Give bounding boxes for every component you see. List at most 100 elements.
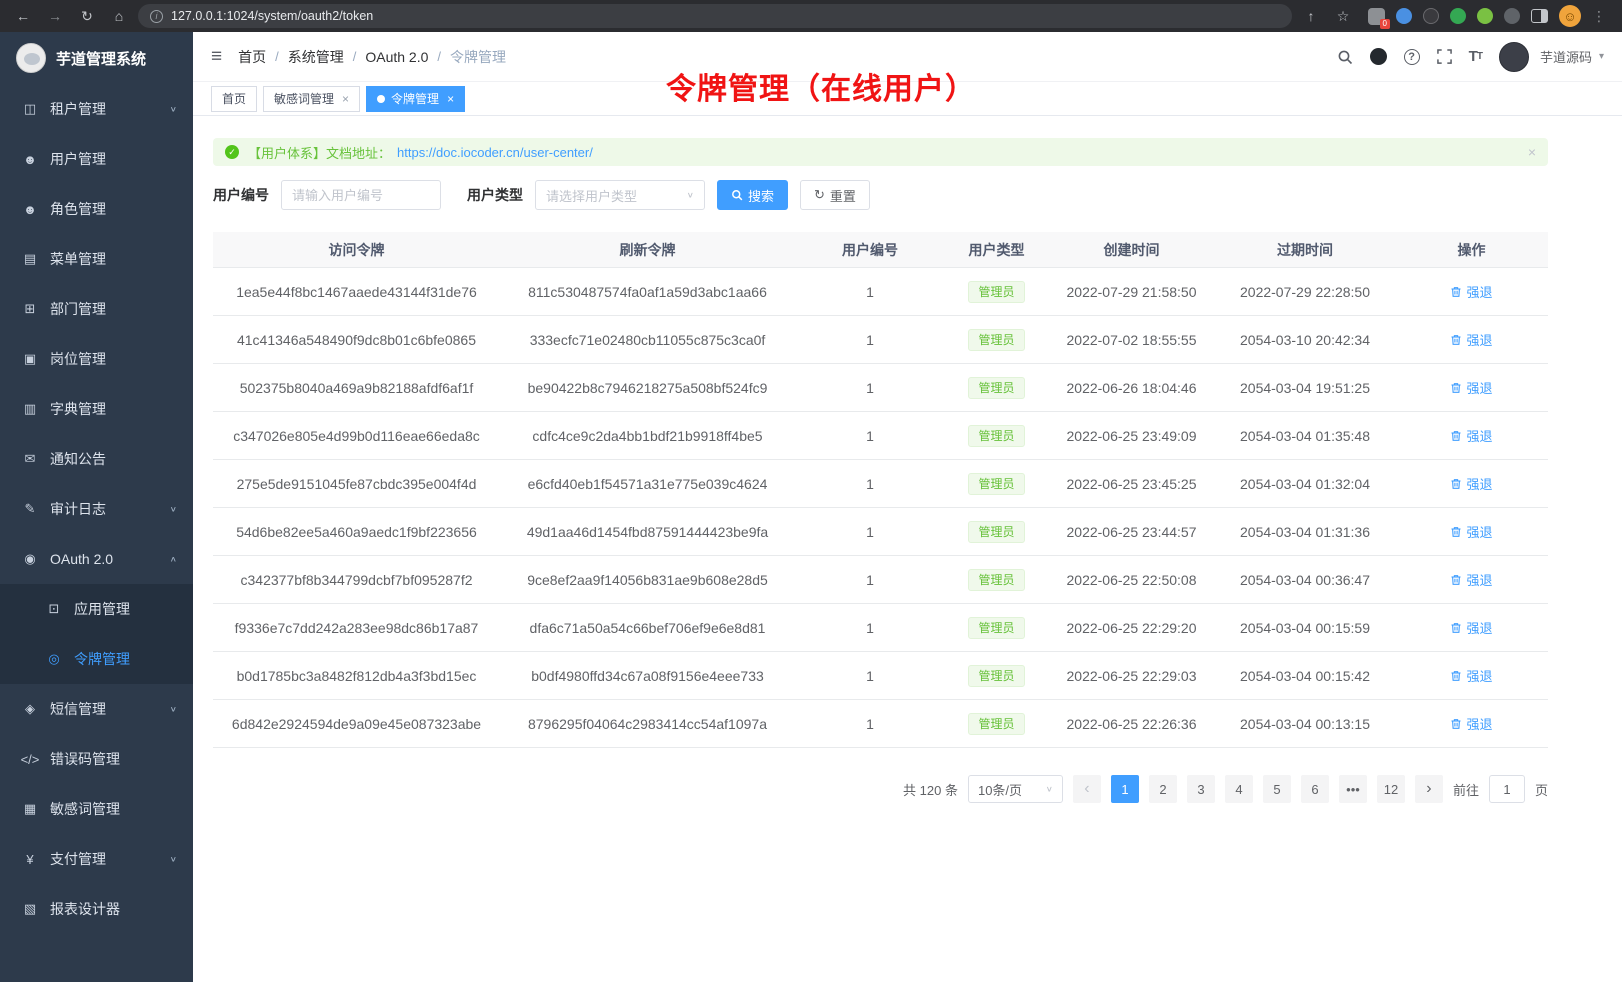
doc-link[interactable]: https://doc.iocoder.cn/user-center/ (397, 145, 593, 160)
sidebar-item-菜单管理[interactable]: ▤菜单管理 (0, 234, 193, 284)
pinned-extension-icon[interactable] (1504, 8, 1520, 24)
collapse-sidebar-icon[interactable]: ≡ (211, 46, 222, 68)
chevron-down-icon[interactable]: ▾ (1599, 51, 1604, 62)
post-icon: ▣ (20, 351, 40, 367)
page-tab-令牌管理[interactable]: 令牌管理 × (366, 86, 465, 112)
delete-icon (1450, 670, 1462, 682)
sidebar-item-应用管理[interactable]: ⊡应用管理 (0, 584, 193, 634)
split-view-icon[interactable] (1531, 9, 1548, 23)
page-tab-首页[interactable]: 首页 (211, 86, 257, 112)
force-logout-button[interactable]: 强退 (1450, 426, 1492, 445)
fullscreen-icon[interactable] (1437, 49, 1452, 64)
sidebar-item-角色管理[interactable]: ☻角色管理 (0, 184, 193, 234)
page-size-select[interactable]: 10条/页 ∨ (968, 775, 1063, 803)
extension-green-icon[interactable] (1450, 8, 1466, 24)
extension-grid-icon[interactable]: 0 (1368, 8, 1385, 25)
breadcrumb-item[interactable]: 首页 (238, 47, 266, 67)
sidebar-item-报表设计器[interactable]: ▧报表设计器 (0, 884, 193, 934)
user-type-cell: 管理员 (945, 665, 1048, 687)
refresh-token-cell: cdfc4ce9c2da4bb1bdf21b9918ff4be5 (500, 428, 795, 444)
bookmark-star-icon[interactable]: ☆ (1330, 4, 1356, 28)
force-logout-button[interactable]: 强退 (1450, 282, 1492, 301)
force-logout-button[interactable]: 强退 (1450, 714, 1492, 733)
page-tab-敏感词管理[interactable]: 敏感词管理× (263, 86, 360, 112)
prev-page-button[interactable]: ‹ (1073, 775, 1101, 803)
pagination-ellipsis[interactable]: ••• (1339, 775, 1367, 803)
create-time-cell: 2022-06-25 22:29:03 (1048, 668, 1215, 684)
sidebar-item-部门管理[interactable]: ⊞部门管理 (0, 284, 193, 334)
sidebar-item-短信管理[interactable]: ◈短信管理∨ (0, 684, 193, 734)
sidebar-item-敏感词管理[interactable]: ▦敏感词管理 (0, 784, 193, 834)
create-time-cell: 2022-06-26 18:04:46 (1048, 380, 1215, 396)
home-icon[interactable]: ⌂ (106, 4, 132, 28)
sidebar-item-错误码管理[interactable]: </>错误码管理 (0, 734, 193, 784)
extension-blue-icon[interactable] (1396, 8, 1412, 24)
page-button-4[interactable]: 4 (1225, 775, 1253, 803)
reset-button[interactable]: ↻ 重置 (800, 180, 870, 210)
page-button-5[interactable]: 5 (1263, 775, 1291, 803)
user-avatar[interactable] (1499, 42, 1529, 72)
next-page-button[interactable]: › (1415, 775, 1443, 803)
dept-icon: ⊞ (20, 301, 40, 317)
page-button-3[interactable]: 3 (1187, 775, 1215, 803)
force-logout-button[interactable]: 强退 (1450, 522, 1492, 541)
tab-label: 令牌管理 (391, 90, 439, 107)
user-type-cell: 管理员 (945, 377, 1048, 399)
sidebar-item-字典管理[interactable]: ▥字典管理 (0, 384, 193, 434)
sidebar-item-OAuth 2.0[interactable]: ◉OAuth 2.0∧ (0, 534, 193, 584)
table-row: 275e5de9151045fe87cbdc395e004f4de6cfd40e… (213, 460, 1548, 508)
token-icon: ◎ (44, 651, 64, 667)
force-logout-button[interactable]: 强退 (1450, 666, 1492, 685)
column-header: 操作 (1395, 240, 1548, 260)
refresh-icon: ↻ (814, 187, 825, 203)
page-button-12[interactable]: 12 (1377, 775, 1405, 803)
page-content: ✓ 【用户体系】文档地址： https://doc.iocoder.cn/use… (193, 116, 1622, 803)
create-time-cell: 2022-06-25 23:49:09 (1048, 428, 1215, 444)
sidebar-item-令牌管理[interactable]: ◎令牌管理 (0, 634, 193, 684)
sidebar-item-支付管理[interactable]: ¥支付管理∨ (0, 834, 193, 884)
page-button-6[interactable]: 6 (1301, 775, 1329, 803)
search-button[interactable]: 搜索 (717, 180, 788, 210)
search-icon[interactable] (1337, 49, 1353, 65)
address-bar[interactable]: i 127.0.0.1:1024/system/oauth2/token (138, 4, 1292, 28)
tab-close-icon[interactable]: × (447, 92, 454, 106)
user-type-select[interactable]: 请选择用户类型 ∨ (535, 180, 705, 210)
sidebar-item-label: 通知公告 (50, 449, 106, 469)
help-icon[interactable]: ? (1404, 49, 1420, 65)
sidebar-item-租户管理[interactable]: ◫租户管理∨ (0, 84, 193, 134)
chevron-down-icon: ∨ (170, 705, 177, 713)
extension-dark-icon[interactable] (1423, 8, 1439, 24)
tab-close-icon[interactable]: × (342, 92, 349, 106)
share-icon[interactable]: ↑ (1298, 4, 1324, 28)
create-time-cell: 2022-06-25 22:50:08 (1048, 572, 1215, 588)
sidebar-item-用户管理[interactable]: ☻用户管理 (0, 134, 193, 184)
breadcrumb-item[interactable]: OAuth 2.0 (365, 49, 428, 65)
force-logout-button[interactable]: 强退 (1450, 570, 1492, 589)
forward-icon[interactable]: → (42, 4, 68, 28)
breadcrumb-item[interactable]: 系统管理 (288, 47, 344, 67)
page-button-2[interactable]: 2 (1149, 775, 1177, 803)
force-logout-button[interactable]: 强退 (1450, 618, 1492, 637)
site-info-icon[interactable]: i (150, 10, 163, 23)
browser-menu-icon[interactable]: ⋮ (1592, 4, 1606, 28)
force-logout-button[interactable]: 强退 (1450, 378, 1492, 397)
delete-icon (1450, 478, 1462, 490)
github-icon[interactable] (1370, 48, 1387, 65)
sidebar-item-岗位管理[interactable]: ▣岗位管理 (0, 334, 193, 384)
page-button-1[interactable]: 1 (1111, 775, 1139, 803)
reload-icon[interactable]: ↻ (74, 4, 100, 28)
alert-close-icon[interactable]: × (1528, 144, 1536, 160)
browser-profile-avatar[interactable]: ☺ (1559, 5, 1581, 27)
font-size-icon[interactable]: TT (1469, 48, 1482, 65)
delete-icon (1450, 286, 1462, 298)
user-type-cell: 管理员 (945, 569, 1048, 591)
user-id-input[interactable] (281, 180, 441, 210)
sidebar-item-审计日志[interactable]: ✎审计日志∨ (0, 484, 193, 534)
puzzle-extensions-icon[interactable] (1477, 8, 1493, 24)
goto-page-input[interactable] (1489, 775, 1525, 803)
back-icon[interactable]: ← (10, 4, 36, 28)
force-logout-button[interactable]: 强退 (1450, 474, 1492, 493)
refresh-token-cell: 49d1aa46d1454fbd87591444423be9fa (500, 524, 795, 540)
sidebar-item-通知公告[interactable]: ✉通知公告 (0, 434, 193, 484)
force-logout-button[interactable]: 强退 (1450, 330, 1492, 349)
